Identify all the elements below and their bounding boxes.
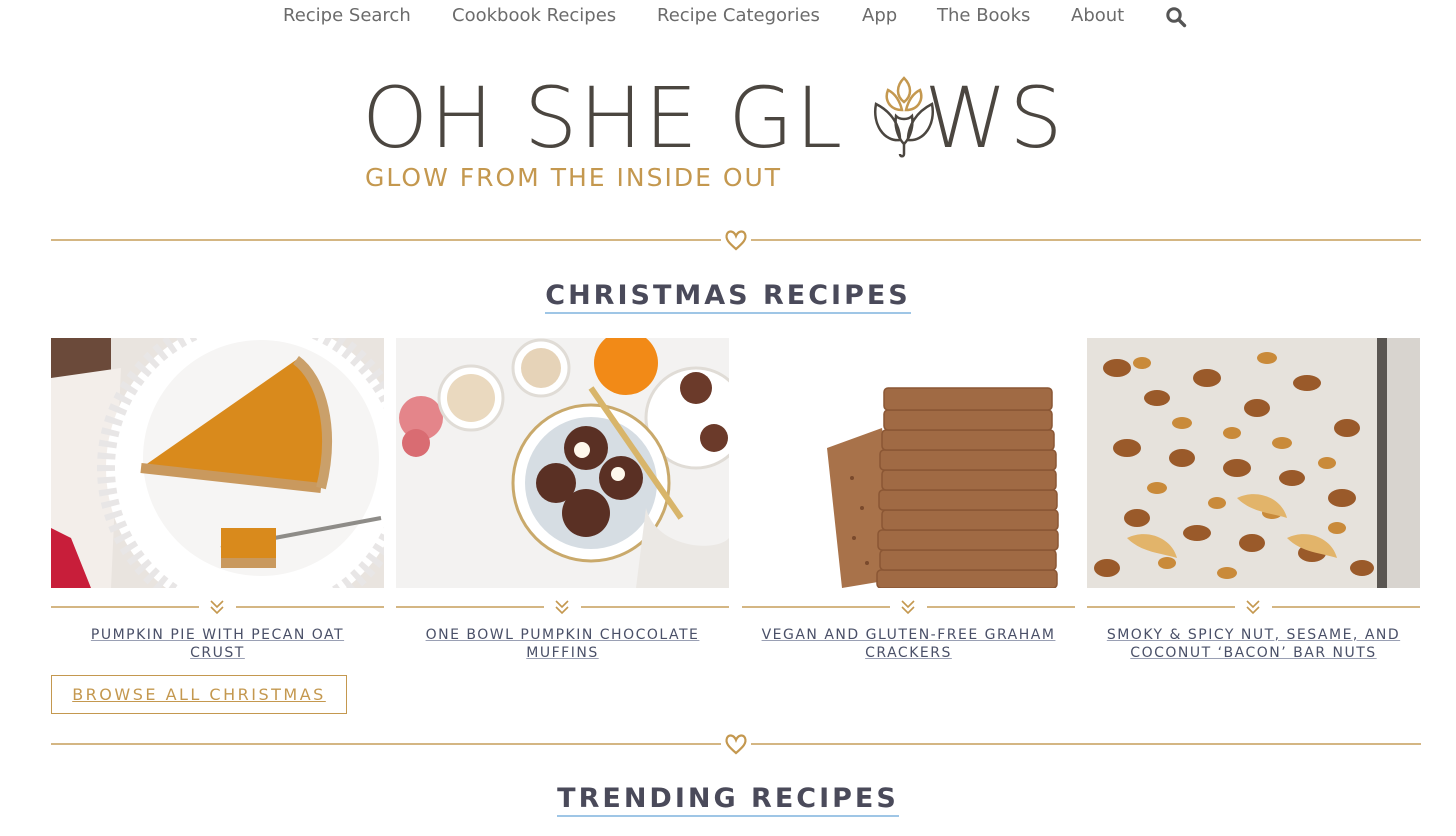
- graham-crackers-photo[interactable]: [742, 338, 1075, 588]
- recipe-card-title[interactable]: VEGAN AND GLUTEN-FREE GRAHAM CRACKERS: [752, 626, 1065, 662]
- browse-all-christmas-button[interactable]: BROWSE ALL CHRISTMAS: [51, 675, 347, 714]
- logo-title: OH SHE GL WS: [362, 70, 1065, 166]
- pumpkin-muffins-photo[interactable]: [396, 338, 729, 588]
- chevron-down-icon: [901, 600, 915, 615]
- nav-item-recipe-search[interactable]: Recipe Search: [283, 5, 411, 26]
- section-divider: [51, 228, 1421, 252]
- christmas-section-title[interactable]: CHRISTMAS RECIPES: [0, 280, 1456, 314]
- logo-title-part2: WS: [924, 69, 1065, 167]
- trending-section-title[interactable]: TRENDING RECIPES: [0, 783, 1456, 817]
- bar-nuts-photo[interactable]: [1087, 338, 1420, 588]
- recipe-card-title[interactable]: ONE BOWL PUMPKIN CHOCOLATE MUFFINS: [406, 626, 719, 662]
- top-nav: Recipe Search Cookbook Recipes Recipe Ca…: [0, 0, 1456, 34]
- recipe-card-title[interactable]: SMOKY & SPICY NUT, SESAME, AND COCONUT ‘…: [1097, 626, 1410, 662]
- logo-title-part1: OH SHE GL: [362, 69, 845, 167]
- pumpkin-pie-photo[interactable]: [51, 338, 384, 588]
- chevron-down-icon: [210, 600, 224, 615]
- heart-icon: [721, 228, 751, 252]
- chevron-down-icon: [555, 600, 569, 615]
- chevron-down-icon: [1246, 600, 1260, 615]
- card-divider: [742, 598, 1075, 616]
- card-divider: [396, 598, 729, 616]
- search-icon[interactable]: [1165, 6, 1187, 28]
- recipe-card-title[interactable]: PUMPKIN PIE WITH PECAN OAT CRUST: [61, 626, 374, 662]
- artichoke-icon: [873, 76, 935, 158]
- section-divider: [51, 732, 1421, 756]
- christmas-section-title-link[interactable]: CHRISTMAS RECIPES: [545, 280, 911, 314]
- nav-item-about[interactable]: About: [1071, 5, 1124, 26]
- logo-tagline: GLOW FROM THE INSIDE OUT: [365, 163, 783, 192]
- heart-icon: [721, 732, 751, 756]
- site-logo[interactable]: OH SHE GL WS GLOW FROM THE INSIDE OUT: [362, 70, 1112, 195]
- nav-item-cookbook-recipes[interactable]: Cookbook Recipes: [452, 5, 616, 26]
- card-divider: [51, 598, 384, 616]
- trending-section-title-link[interactable]: TRENDING RECIPES: [557, 783, 899, 817]
- card-divider: [1087, 598, 1420, 616]
- nav-item-recipe-categories[interactable]: Recipe Categories: [657, 5, 820, 26]
- nav-item-app[interactable]: App: [862, 5, 897, 26]
- nav-item-the-books[interactable]: The Books: [937, 5, 1030, 26]
